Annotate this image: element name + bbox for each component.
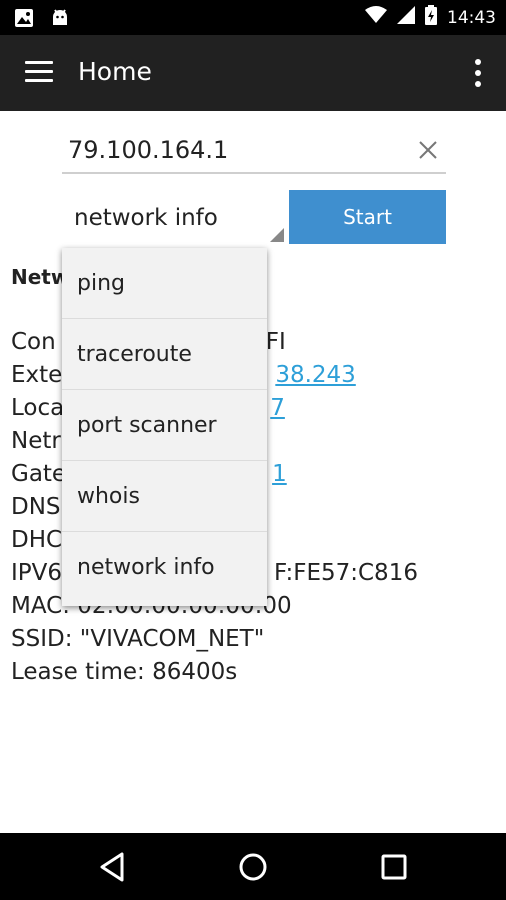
gateway-link[interactable]: 1 bbox=[272, 461, 287, 487]
hamburger-menu-icon[interactable] bbox=[25, 61, 53, 83]
dropdown-arrow-icon bbox=[270, 228, 284, 242]
dropdown-option-traceroute[interactable]: traceroute bbox=[62, 319, 267, 390]
tool-spinner-value: network info bbox=[74, 205, 218, 231]
back-icon[interactable] bbox=[96, 850, 130, 884]
info-line-lease-time: Lease time: 86400s bbox=[11, 659, 238, 685]
status-bar: 14:43 bbox=[0, 0, 506, 35]
navigation-bar bbox=[0, 833, 506, 900]
page-title: Home bbox=[78, 57, 152, 86]
dropdown-option-ping[interactable]: ping bbox=[62, 248, 267, 319]
external-ip-link[interactable]: 38.243 bbox=[275, 362, 355, 388]
recents-icon[interactable] bbox=[377, 850, 411, 884]
more-vert-icon[interactable] bbox=[474, 59, 482, 87]
dropdown-option-network-info[interactable]: network info bbox=[62, 532, 267, 603]
dropdown-option-whois[interactable]: whois bbox=[62, 461, 267, 532]
image-icon bbox=[14, 8, 34, 32]
app-toolbar: Home bbox=[0, 35, 506, 111]
battery-charging-icon bbox=[425, 5, 437, 30]
status-time: 14:43 bbox=[447, 7, 496, 28]
close-icon[interactable] bbox=[416, 138, 440, 162]
start-button[interactable]: Start bbox=[289, 190, 446, 244]
local-ip-link[interactable]: 7 bbox=[270, 395, 285, 421]
dropdown-option-port-scanner[interactable]: port scanner bbox=[62, 390, 267, 461]
host-input[interactable] bbox=[68, 134, 398, 166]
tool-spinner[interactable]: network info bbox=[62, 192, 284, 244]
home-icon[interactable] bbox=[236, 850, 270, 884]
tool-dropdown-menu: ping traceroute port scanner whois netwo… bbox=[62, 248, 267, 606]
info-line-ssid: SSID: "VIVACOM_NET" bbox=[11, 626, 265, 652]
host-input-field bbox=[62, 128, 446, 174]
android-icon bbox=[50, 8, 70, 32]
signal-icon bbox=[397, 6, 415, 29]
wifi-icon bbox=[365, 6, 387, 29]
